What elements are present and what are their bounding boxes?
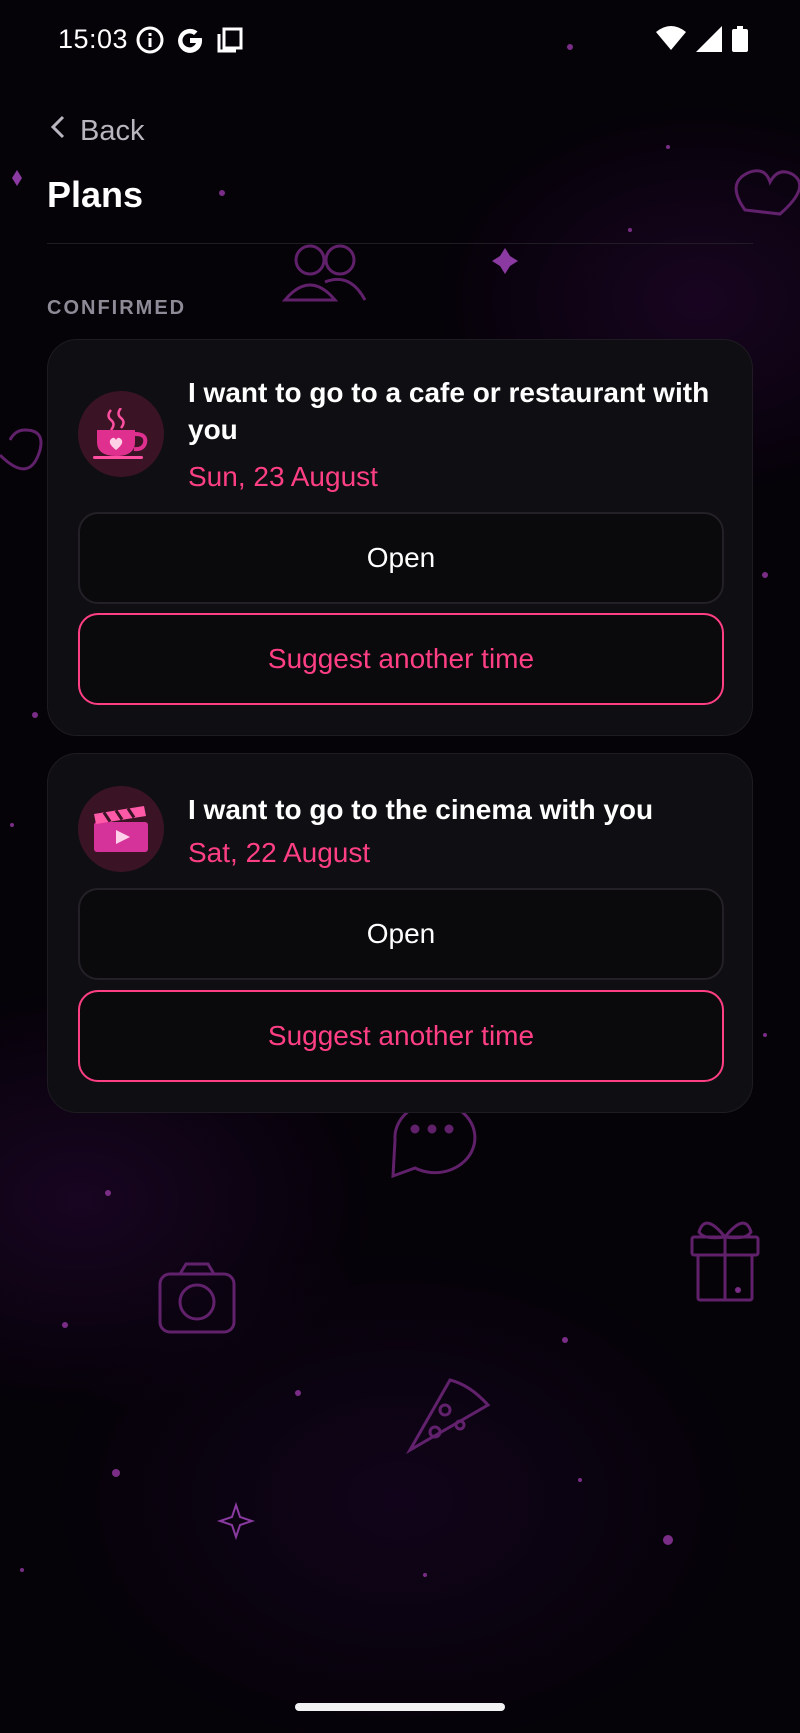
coffee-cup-heart-icon — [78, 391, 164, 477]
hearts-decor-icon — [734, 169, 800, 216]
users-decor-icon — [281, 244, 367, 302]
open-button[interactable]: Open — [78, 512, 724, 604]
header-divider — [47, 243, 753, 244]
wifi-icon — [656, 26, 686, 57]
open-button[interactable]: Open — [78, 888, 724, 980]
chat-bubble-decor-icon — [391, 1101, 477, 1179]
page-title: Plans — [47, 174, 144, 215]
status-bar: 15:03 — [0, 0, 800, 80]
pizza-decor-icon — [405, 1378, 491, 1455]
status-icons-right — [656, 26, 748, 57]
suggest-another-time-button[interactable]: Suggest another time — [78, 613, 724, 705]
battery-icon — [732, 26, 748, 57]
back-button[interactable]: Back — [50, 114, 144, 148]
plan-card: I want to go to a cafe or restaurant wit… — [47, 339, 753, 736]
chevron-left-icon — [50, 114, 66, 148]
home-indicator[interactable] — [295, 1703, 505, 1711]
info-icon — [136, 26, 164, 59]
plan-title: I want to go to the cinema with you — [188, 794, 654, 825]
signal-icon — [696, 26, 722, 57]
clapperboard-icon — [78, 786, 164, 872]
section-label-confirmed: CONFIRMED — [47, 297, 187, 319]
suggest-another-time-button[interactable]: Suggest another time — [78, 990, 724, 1082]
plan-title: I want to go to a cafe or restaurant wit… — [188, 377, 710, 445]
status-time: 15:03 — [58, 24, 129, 54]
copy-icon — [216, 26, 244, 59]
status-icons-left — [136, 26, 244, 59]
camera-decor-icon — [158, 1262, 236, 1334]
back-label: Back — [80, 114, 145, 147]
plan-date: Sun, 23 August — [188, 461, 378, 492]
google-icon — [176, 26, 204, 59]
gift-decor-icon — [690, 1221, 760, 1302]
plan-card: I want to go to the cinema with you Sat,… — [47, 753, 753, 1113]
heart-left-decor-icon — [0, 428, 43, 471]
plan-date: Sat, 22 August — [188, 837, 371, 868]
